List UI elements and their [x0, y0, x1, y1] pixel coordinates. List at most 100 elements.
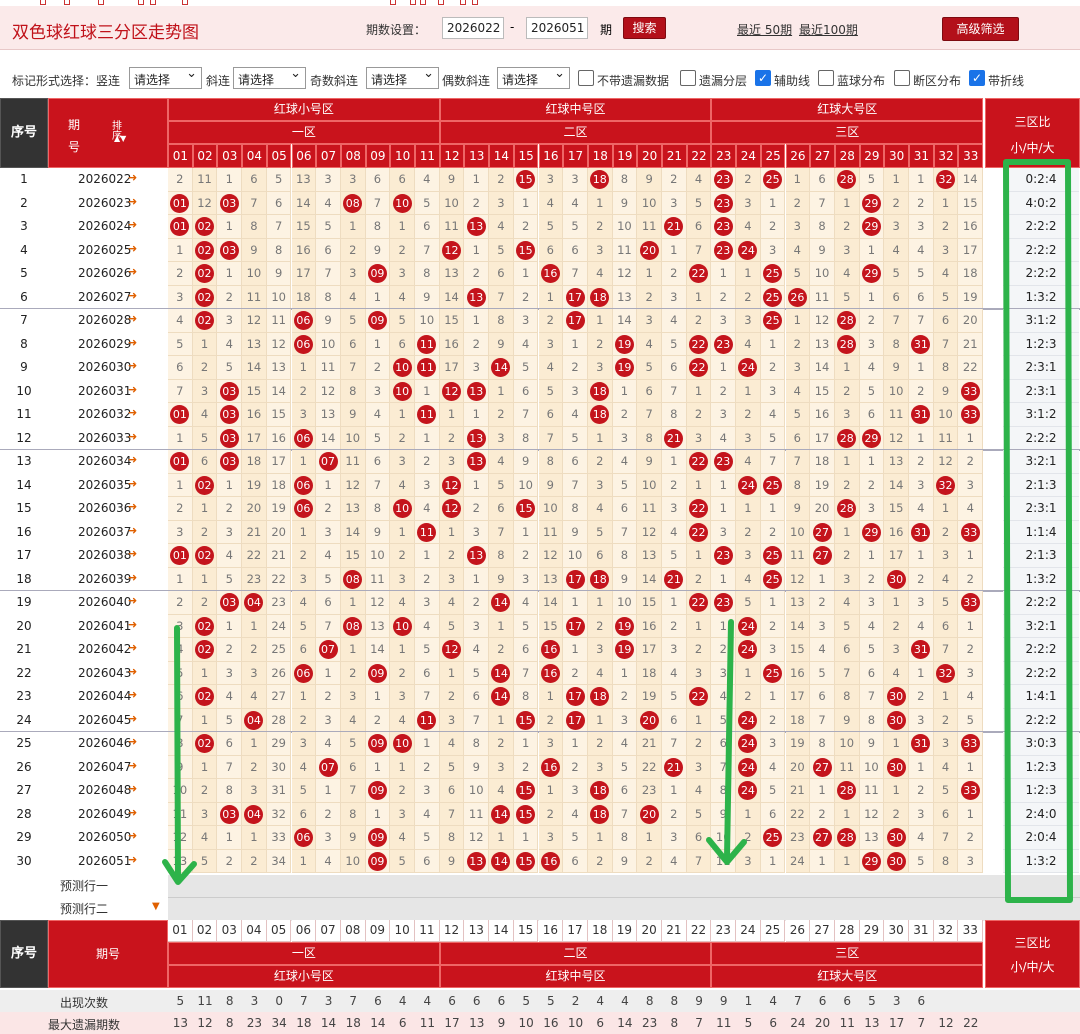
diag-select[interactable]: 请选择 — [233, 66, 306, 89]
aux-line-checkbox[interactable]: ✓ — [755, 70, 771, 86]
row-arrow-icon[interactable]: ➜ — [128, 171, 137, 184]
recent-50-link[interactable]: 最近 50期 — [737, 21, 792, 38]
table-row: 12 2026033 ➜ — [0, 426, 168, 450]
period-to-input[interactable]: 2026051 — [526, 17, 588, 39]
table-cell: 31 — [266, 779, 292, 803]
row-period: 2026035 — [78, 477, 132, 492]
bottom-number-header: 29 — [859, 920, 885, 942]
predict-row-2-cells[interactable] — [168, 898, 1080, 921]
row-arrow-icon[interactable]: ➜ — [128, 265, 137, 278]
row-arrow-icon[interactable]: ➜ — [128, 218, 137, 231]
even-diag-select[interactable]: 请选择 — [497, 66, 570, 89]
row-arrow-icon[interactable]: ➜ — [128, 406, 137, 419]
table-cell: 32 — [933, 661, 959, 685]
blue-dist-checkbox[interactable] — [818, 70, 834, 86]
row-arrow-icon[interactable]: ➜ — [128, 500, 137, 513]
red-ball: 22 — [689, 522, 709, 542]
table-cell: 3 — [686, 661, 712, 685]
stat-maxmiss-value: 7 — [695, 1016, 703, 1030]
vertical-select[interactable]: 请选择 — [129, 66, 202, 89]
table-cell: 7 — [933, 826, 959, 850]
row-arrow-icon[interactable]: ➜ — [128, 665, 137, 678]
table-cell: 21 — [785, 779, 811, 803]
row-arrow-icon[interactable]: ➜ — [128, 829, 137, 842]
zone-large-subheader: 三区 — [711, 121, 984, 144]
table-cell: 9 — [316, 309, 341, 333]
table-cell: 2 — [513, 755, 539, 779]
recent-100-link[interactable]: 最近100期 — [799, 21, 858, 38]
miss-layer-checkbox[interactable] — [680, 70, 696, 86]
break-dist-checkbox[interactable] — [894, 70, 910, 86]
table-cell: 1 — [662, 238, 687, 262]
row-arrow-icon[interactable]: ➜ — [128, 712, 137, 725]
advanced-filter-button[interactable]: 高级筛选 — [942, 17, 1019, 41]
row-arrow-icon[interactable]: ➜ — [128, 195, 137, 208]
polyline-checkbox[interactable]: ✓ — [969, 70, 985, 86]
row-arrow-icon[interactable]: ➜ — [128, 430, 137, 443]
table-cell: 9 — [637, 450, 662, 474]
row-arrow-icon[interactable]: ➜ — [128, 759, 137, 772]
number-header: 10 — [390, 144, 415, 168]
table-cell: 29 — [859, 262, 885, 286]
odd-diag-select[interactable]: 请选择 — [366, 66, 439, 89]
table-cell: 2 — [587, 614, 613, 638]
table-cell: 10 — [168, 779, 193, 803]
table-cell: 3 — [711, 661, 737, 685]
no-miss-checkbox[interactable] — [578, 70, 594, 86]
table-cell: 1 — [736, 497, 761, 521]
row-arrow-icon[interactable]: ➜ — [128, 618, 137, 631]
row-arrow-icon[interactable]: ➜ — [128, 383, 137, 396]
table-row: 11 2026032 ➜ — [0, 403, 168, 427]
row-arrow-icon[interactable]: ➜ — [128, 853, 137, 866]
row-arrow-icon[interactable]: ➜ — [128, 336, 137, 349]
period-from-input[interactable]: 2026022 — [442, 17, 504, 39]
row-arrow-icon[interactable]: ➜ — [128, 359, 137, 372]
row-arrow-icon[interactable]: ➜ — [128, 242, 137, 255]
row-period: 2026025 — [78, 242, 132, 257]
row-arrow-icon[interactable]: ➜ — [128, 524, 137, 537]
row-arrow-icon[interactable]: ➜ — [128, 289, 137, 302]
table-row: 20 2026041 ➜ — [0, 614, 168, 638]
row-arrow-icon[interactable]: ➜ — [128, 594, 137, 607]
stat-appear-value: 9 — [719, 994, 728, 1008]
table-cell: 5 — [464, 661, 490, 685]
period-header-label: 期号 — [67, 118, 80, 154]
table-cell: 3 — [464, 614, 490, 638]
row-arrow-icon[interactable]: ➜ — [128, 806, 137, 819]
table-cell: 3 — [662, 191, 687, 215]
row-arrow-icon[interactable]: ➜ — [128, 641, 137, 654]
table-cell: 2 — [390, 661, 415, 685]
table-cell: 30 — [884, 685, 909, 709]
sort-arrows-icon[interactable]: ▲▼ — [114, 134, 126, 143]
row-arrow-icon[interactable]: ➜ — [128, 312, 137, 325]
predict-row-1-cells[interactable] — [168, 875, 1080, 898]
bottom-number-header: 14 — [489, 920, 514, 942]
table-cell: 2 — [760, 215, 786, 239]
row-arrow-icon[interactable]: ➜ — [128, 547, 137, 560]
row-ratio: 2:3:1 — [1003, 356, 1079, 380]
row-arrow-icon[interactable]: ➜ — [128, 735, 137, 748]
red-ball: 02 — [195, 217, 215, 236]
table-cell: 16 — [538, 849, 564, 873]
table-cell: 1 — [192, 332, 218, 356]
red-ball: 01 — [170, 193, 190, 213]
table-cell: 14 — [365, 638, 391, 662]
table-cell: 14 — [489, 802, 514, 826]
table-cell: 3 — [760, 379, 786, 403]
table-cell: 9 — [340, 826, 366, 850]
table-cell: 2 — [958, 450, 984, 474]
table-cell: 2 — [686, 732, 712, 756]
row-arrow-icon[interactable]: ➜ — [128, 571, 137, 584]
table-cell: 8 — [513, 685, 539, 709]
row-arrow-icon[interactable]: ➜ — [128, 453, 137, 466]
table-cell: 12 — [340, 473, 366, 497]
row-arrow-icon[interactable]: ➜ — [128, 477, 137, 490]
predict-down-arrow-icon[interactable]: ▼ — [152, 901, 160, 912]
row-arrow-icon[interactable]: ➜ — [128, 782, 137, 795]
search-button[interactable]: 搜索 — [623, 17, 666, 39]
table-cell: 27 — [810, 755, 835, 779]
table-cell: 31 — [909, 520, 934, 544]
bottom-number-header: 19 — [612, 920, 638, 942]
table-cell: 6 — [933, 309, 959, 333]
row-arrow-icon[interactable]: ➜ — [128, 688, 137, 701]
